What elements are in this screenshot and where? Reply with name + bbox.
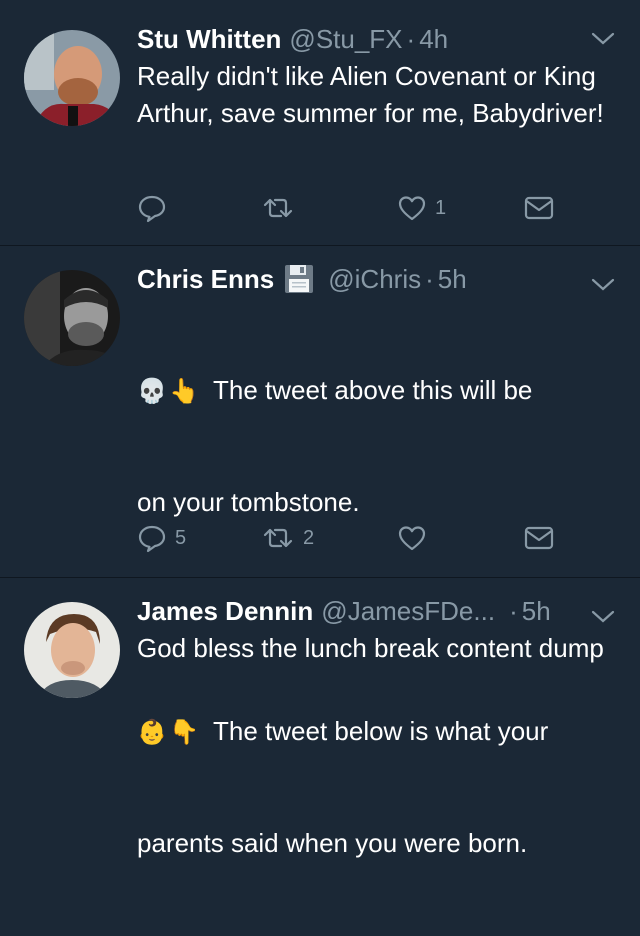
chevron-down-icon[interactable]	[590, 274, 616, 294]
floppy-disk-icon	[285, 265, 314, 293]
retweet-button[interactable]: 2	[261, 523, 314, 553]
envelope-icon	[524, 526, 554, 550]
display-name[interactable]: Stu Whitten	[137, 22, 281, 56]
reply-icon	[138, 525, 166, 553]
user-handle[interactable]: @JamesFDe...	[321, 594, 495, 628]
reply-icon	[138, 195, 166, 223]
display-name[interactable]: Chris Enns	[137, 262, 274, 296]
avatar[interactable]	[24, 270, 120, 366]
text-line: 💀👆 The tweet above this will be	[137, 372, 617, 410]
retweet-count: 2	[303, 526, 315, 549]
text-line: on your tombstone.	[137, 487, 360, 517]
reply-count: 5	[175, 526, 187, 549]
line-text: The tweet below is what your	[213, 716, 549, 746]
like-count: 1	[435, 196, 447, 219]
retweet-icon	[263, 528, 293, 548]
retweet-icon	[263, 198, 293, 218]
tweet-james-dennin[interactable]: James Dennin @JamesFDe... · 5h God bless…	[0, 578, 640, 714]
text-line: parents said when you were born.	[137, 828, 528, 858]
display-name[interactable]: James Dennin	[137, 594, 313, 628]
heart-icon	[398, 196, 426, 221]
like-button[interactable]: 1	[397, 193, 446, 223]
text-line: 👶👇 The tweet below is what your	[137, 713, 617, 751]
avatar[interactable]	[24, 30, 120, 126]
timestamp[interactable]: 5h	[438, 262, 467, 296]
tweet-text: God bless the lunch break content dump	[137, 633, 604, 663]
like-button[interactable]	[397, 523, 427, 553]
skull-emoji: 💀	[137, 378, 167, 405]
reply-button[interactable]	[137, 193, 167, 223]
user-handle[interactable]: @Stu_FX	[289, 22, 402, 56]
heart-icon	[398, 526, 426, 551]
avatar[interactable]	[24, 602, 120, 698]
direct-message-button[interactable]	[523, 523, 555, 553]
tweet-stu-whitten[interactable]: Stu Whitten @Stu_FX · 4h Really didn't l…	[0, 0, 640, 246]
reply-button[interactable]: 5	[137, 523, 186, 553]
pointing-down-emoji: 👇	[169, 719, 199, 746]
tweet-text: Really didn't like Alien Covenant or Kin…	[137, 61, 604, 128]
chevron-down-icon[interactable]	[590, 606, 616, 626]
separator-dot: ·	[425, 264, 434, 294]
baby-emoji: 👶	[137, 719, 167, 746]
chevron-down-icon[interactable]	[590, 28, 616, 48]
pointing-up-emoji: 👆	[169, 378, 199, 405]
retweet-button[interactable]	[261, 193, 295, 223]
user-handle[interactable]: @iChris	[328, 262, 421, 296]
timestamp[interactable]: 4h	[419, 22, 448, 56]
separator-dot: ·	[509, 596, 518, 626]
separator-dot: ·	[406, 24, 416, 54]
line-text: The tweet above this will be	[213, 375, 533, 405]
envelope-icon	[524, 196, 554, 220]
direct-message-button[interactable]	[523, 193, 555, 223]
timestamp[interactable]: 5h	[522, 594, 551, 628]
tweet-chris-enns[interactable]: Chris Enns @iChris · 5h 💀👆 The tweet abov…	[0, 246, 640, 858]
